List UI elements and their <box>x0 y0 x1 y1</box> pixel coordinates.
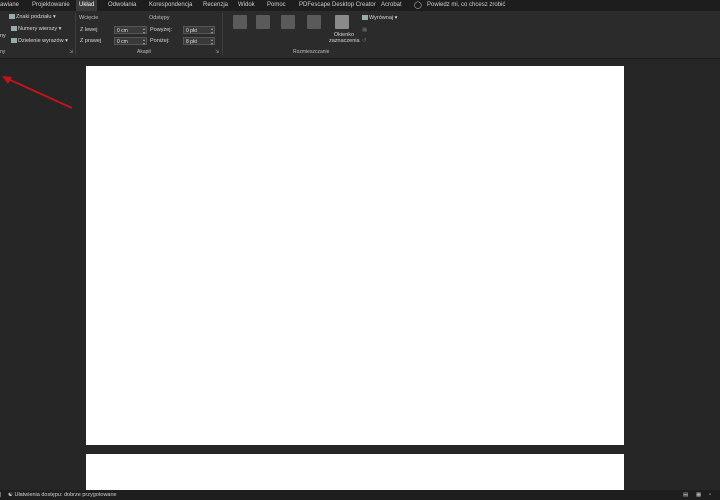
hyphenation-icon <box>11 38 17 44</box>
tab-mailings[interactable]: Korespondencja <box>149 0 192 11</box>
wrap-text-icon[interactable] <box>256 15 270 29</box>
ribbon-tab-bar: awiane Projektowanie Układ Odwołania Kor… <box>0 0 720 11</box>
tell-me-search[interactable]: Powiedz mi, co chcesz zrobić <box>427 0 505 11</box>
group-objects-icon[interactable]: ▦ <box>362 27 367 34</box>
tab-design[interactable]: Projektowanie <box>32 0 70 11</box>
page-setup-group-title: ny <box>0 49 6 55</box>
arrange-group-title: Rozmieszczanie <box>293 49 330 55</box>
status-cut-indicator: | <box>0 492 2 498</box>
selection-pane-button[interactable]: Okienko zaznaczenia <box>329 32 360 44</box>
web-layout-icon[interactable]: ▫ <box>709 490 711 500</box>
read-mode-icon[interactable]: ▤ <box>683 490 688 500</box>
ribbon-cut-label: ny <box>0 33 6 39</box>
tab-acrobat[interactable]: Acrobat <box>381 0 402 11</box>
indent-left-label: Z lewej <box>80 27 98 33</box>
tab-view[interactable]: Widok <box>238 0 255 11</box>
hyphenation-button[interactable]: Dzielenie wyrazów ▾ <box>11 38 68 45</box>
tab-layout[interactable]: Układ <box>76 0 98 11</box>
selection-pane-icon[interactable] <box>335 15 349 29</box>
paragraph-launcher-icon[interactable]: ⇲ <box>215 49 219 55</box>
indent-right-input[interactable]: 0 cm ▴ ▾ <box>114 37 147 46</box>
group-separator <box>222 13 223 55</box>
line-numbers-icon <box>11 26 17 32</box>
page-setup-launcher-icon[interactable]: ⇲ <box>69 49 73 55</box>
spacing-before-label: Powyżej: <box>150 27 173 33</box>
tab-pdfescape[interactable]: PDFescape Desktop Creator <box>299 0 376 11</box>
align-icon <box>362 15 368 21</box>
indent-left-input[interactable]: 0 cm ▴ ▾ <box>114 26 147 35</box>
tab-references[interactable]: Odwołania <box>108 0 136 11</box>
breaks-icon <box>9 14 15 20</box>
document-page[interactable] <box>86 454 624 490</box>
accessibility-icon: ☯ <box>8 492 13 498</box>
lightbulb-icon[interactable]: ◯ <box>414 0 422 11</box>
spacing-after-label: Poniżej: <box>150 38 170 44</box>
indent-title: Wcięcie <box>79 15 99 21</box>
tab-insert-cut[interactable]: awiane <box>0 0 19 11</box>
position-icon[interactable] <box>233 15 247 29</box>
document-page[interactable] <box>86 66 624 445</box>
send-backward-icon[interactable] <box>307 15 321 29</box>
ribbon: ny Znaki podziału ▾ Numery wierszy ▾ Dzi… <box>0 11 720 59</box>
spinner-icon[interactable]: ▴ ▾ <box>143 27 145 35</box>
paragraph-group-title: Akapit <box>137 49 151 55</box>
status-bar: | ☯ Ułatwienia dostępu: dobrze przygotow… <box>0 490 720 500</box>
red-arrow-annotation <box>2 76 73 109</box>
breaks-button[interactable]: Znaki podziału ▾ <box>9 14 56 21</box>
print-layout-icon[interactable]: ▦ <box>696 490 701 500</box>
align-button[interactable]: Wyrównaj ▾ <box>362 15 397 22</box>
spinner-icon[interactable]: ▴ ▾ <box>143 38 145 46</box>
spacing-before-input[interactable]: 0 pkt ▴ ▾ <box>183 26 215 35</box>
tab-review[interactable]: Recenzja <box>203 0 228 11</box>
group-separator <box>75 13 76 55</box>
rotate-icon[interactable]: ↺ <box>362 38 367 45</box>
indent-right-label: Z prawej <box>80 38 102 44</box>
spinner-icon[interactable]: ▴ ▾ <box>211 38 213 46</box>
bring-forward-icon[interactable] <box>281 15 295 29</box>
spacing-title: Odstępy <box>149 15 170 21</box>
spacing-after-input[interactable]: 8 pkt ▴ ▾ <box>183 37 215 46</box>
spinner-icon[interactable]: ▴ ▾ <box>211 27 213 35</box>
line-numbers-button[interactable]: Numery wierszy ▾ <box>11 26 61 33</box>
accessibility-status[interactable]: ☯ Ułatwienia dostępu: dobrze przygotowan… <box>8 490 117 500</box>
tab-help[interactable]: Pomoc <box>267 0 286 11</box>
